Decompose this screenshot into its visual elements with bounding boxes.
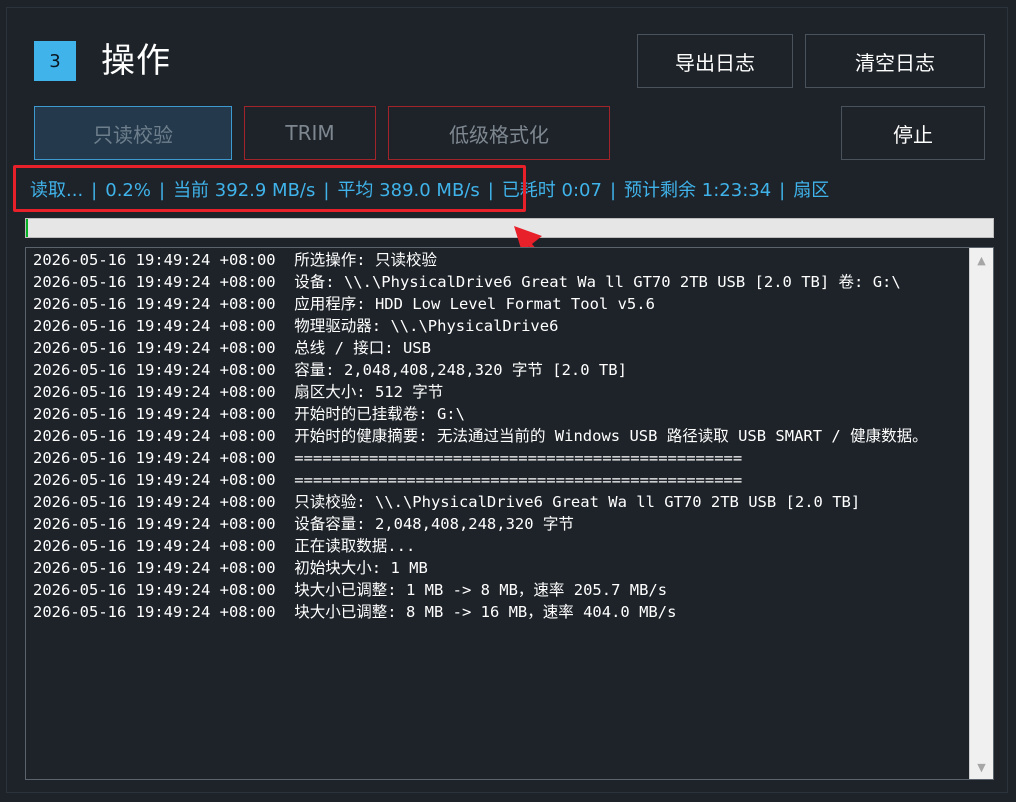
status-separator: |	[779, 180, 786, 201]
log-line: 2026-05-16 19:49:24 +08:00 扇区大小: 512 字节	[33, 383, 444, 401]
log-line: 2026-05-16 19:49:24 +08:00 只读校验: \\.\Phy…	[33, 493, 861, 511]
log-line: 2026-05-16 19:49:24 +08:00 块大小已调整: 8 MB …	[33, 603, 677, 621]
annotation-highlight-box	[13, 165, 526, 212]
progress-bar-fill	[26, 219, 28, 237]
log-line: 2026-05-16 19:49:24 +08:00 设备容量: 2,048,4…	[33, 515, 574, 533]
page-title: 操作	[101, 41, 171, 81]
log-line: 2026-05-16 19:49:24 +08:00 容量: 2,048,408…	[33, 361, 627, 379]
stop-button[interactable]: 停止	[841, 106, 985, 160]
log-line: 2026-05-16 19:49:24 +08:00 应用程序: HDD Low…	[33, 295, 655, 313]
log-line: 2026-05-16 19:49:24 +08:00 所选操作: 只读校验	[33, 251, 437, 269]
log-line: 2026-05-16 19:49:24 +08:00 正在读取数据...	[33, 537, 416, 555]
scroll-up-arrow-icon[interactable]: ▲	[970, 250, 993, 270]
scroll-down-arrow-icon[interactable]: ▼	[970, 757, 993, 777]
log-line: 2026-05-16 19:49:24 +08:00 =============…	[33, 449, 743, 467]
status-remaining: 预计剩余 1:23:34	[624, 180, 772, 201]
log-lines: 2026-05-16 19:49:24 +08:00 所选操作: 只读校验 202…	[33, 249, 968, 623]
log-line: 2026-05-16 19:49:24 +08:00 初始块大小: 1 MB	[33, 559, 428, 577]
clear-log-button[interactable]: 清空日志	[805, 34, 985, 88]
log-line: 2026-05-16 19:49:24 +08:00 总线 / 接口: USB	[33, 339, 431, 357]
log-line: 2026-05-16 19:49:24 +08:00 开始时的健康摘要: 无法通…	[33, 427, 928, 445]
export-log-button[interactable]: 导出日志	[637, 34, 793, 88]
log-line: 2026-05-16 19:49:24 +08:00 开始时的已挂载卷: G:\	[33, 405, 465, 423]
low-level-format-button[interactable]: 低级格式化	[388, 106, 610, 160]
trim-button[interactable]: TRIM	[244, 106, 376, 160]
log-scrollbar[interactable]: ▲ ▼	[969, 248, 993, 779]
status-sector: 扇区	[793, 180, 830, 201]
log-line: 2026-05-16 19:49:24 +08:00 设备: \\.\Physi…	[33, 273, 901, 291]
read-verify-button[interactable]: 只读校验	[34, 106, 232, 160]
log-line: 2026-05-16 19:49:24 +08:00 块大小已调整: 1 MB …	[33, 581, 668, 599]
log-panel[interactable]: 2026-05-16 19:49:24 +08:00 所选操作: 只读校验 202…	[25, 247, 994, 780]
status-separator: |	[609, 180, 617, 201]
log-line: 2026-05-16 19:49:24 +08:00 物理驱动器: \\.\Ph…	[33, 317, 559, 335]
log-line: 2026-05-16 19:49:24 +08:00 =============…	[33, 471, 743, 489]
step-badge: 3	[34, 41, 76, 81]
